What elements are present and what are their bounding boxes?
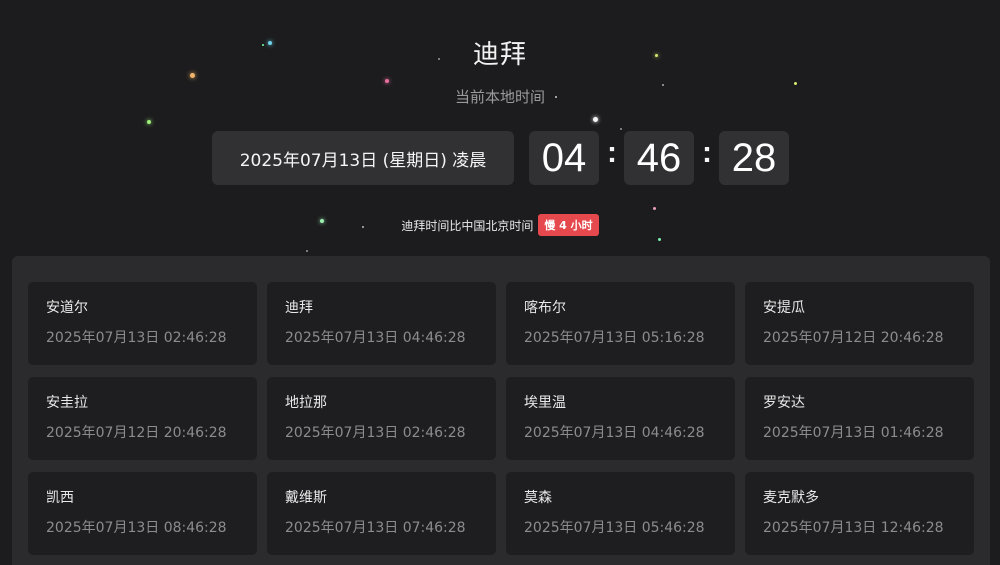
city-name: 戴维斯 <box>285 490 327 506</box>
city-card[interactable]: 麦克默多 2025年07月13日 12:46:28 <box>745 472 974 555</box>
city-name: 麦克默多 <box>763 490 819 506</box>
city-card[interactable]: 戴维斯 2025年07月13日 07:46:28 <box>267 472 496 555</box>
current-date: 2025年07月13日 (星期日) 凌晨 <box>212 131 514 185</box>
star-dot <box>306 250 308 252</box>
city-name: 安圭拉 <box>46 395 88 411</box>
city-time: 2025年07月13日 07:46:28 <box>285 520 466 536</box>
city-name: 地拉那 <box>285 395 327 411</box>
city-time: 2025年07月13日 05:46:28 <box>524 520 705 536</box>
city-name: 莫森 <box>524 490 552 506</box>
star-dot <box>385 79 389 83</box>
city-time: 2025年07月13日 04:46:28 <box>524 425 705 441</box>
city-name: 迪拜 <box>285 300 313 316</box>
city-time: 2025年07月12日 20:46:28 <box>763 330 944 346</box>
city-card[interactable]: 安圭拉 2025年07月12日 20:46:28 <box>28 377 257 460</box>
city-card[interactable]: 喀布尔 2025年07月13日 05:16:28 <box>506 282 735 365</box>
city-name: 罗安达 <box>763 395 805 411</box>
city-grid: 安道尔 2025年07月13日 02:46:28 迪拜 2025年07月13日 … <box>28 282 974 555</box>
city-time: 2025年07月13日 02:46:28 <box>285 425 466 441</box>
city-card[interactable]: 安提瓜 2025年07月12日 20:46:28 <box>745 282 974 365</box>
city-card[interactable]: 安道尔 2025年07月13日 02:46:28 <box>28 282 257 365</box>
city-card[interactable]: 凯西 2025年07月13日 08:46:28 <box>28 472 257 555</box>
city-card[interactable]: 罗安达 2025年07月13日 01:46:28 <box>745 377 974 460</box>
time-difference-badge: 慢 4 小时 <box>538 214 599 236</box>
star-dot <box>794 82 797 85</box>
city-name: 安提瓜 <box>763 300 805 316</box>
city-card[interactable]: 埃里温 2025年07月13日 04:46:28 <box>506 377 735 460</box>
star-dot <box>593 117 598 122</box>
city-name: 喀布尔 <box>524 300 566 316</box>
page-title: 迪拜 <box>472 40 527 70</box>
city-name: 埃里温 <box>524 395 566 411</box>
time-difference-text: 迪拜时间比中国北京时间 <box>401 218 534 233</box>
star-dot <box>147 120 151 124</box>
clock-minutes: 46 <box>624 131 694 185</box>
city-card[interactable]: 莫森 2025年07月13日 05:46:28 <box>506 472 735 555</box>
city-time: 2025年07月12日 20:46:28 <box>46 425 227 441</box>
star-dot <box>190 73 195 78</box>
clock-seconds: 28 <box>719 131 789 185</box>
time-difference: 迪拜时间比中国北京时间 慢 4 小时 <box>0 214 1000 236</box>
city-time: 2025年07月13日 05:16:28 <box>524 330 705 346</box>
star-dot <box>620 128 622 130</box>
city-name: 安道尔 <box>46 300 88 316</box>
star-dot <box>653 207 656 210</box>
clock-separator: : <box>702 136 712 169</box>
star-dot <box>658 238 661 241</box>
city-time: 2025年07月13日 08:46:28 <box>46 520 227 536</box>
city-time: 2025年07月13日 12:46:28 <box>763 520 944 536</box>
city-time: 2025年07月13日 02:46:28 <box>46 330 227 346</box>
city-name: 凯西 <box>46 490 74 506</box>
page-subtitle: 当前本地时间 <box>454 88 545 106</box>
city-time: 2025年07月13日 04:46:28 <box>285 330 466 346</box>
clock-separator: : <box>607 136 617 169</box>
city-card[interactable]: 迪拜 2025年07月13日 04:46:28 <box>267 282 496 365</box>
city-time: 2025年07月13日 01:46:28 <box>763 425 944 441</box>
clock-hours: 04 <box>529 131 599 185</box>
city-card[interactable]: 地拉那 2025年07月13日 02:46:28 <box>267 377 496 460</box>
